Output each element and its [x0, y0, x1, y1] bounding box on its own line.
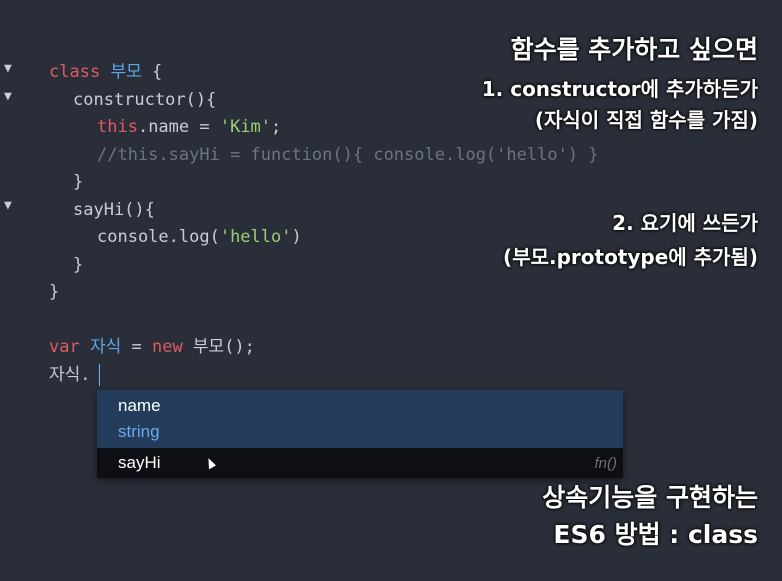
code-text: { [141, 62, 163, 82]
autocomplete-hint: fn() [594, 454, 618, 472]
autocomplete-popup: name string sayHi fn() [97, 390, 623, 478]
fold-toggle-icon[interactable]: ▼ [4, 89, 12, 104]
class-name: 부모 [110, 62, 142, 82]
autocomplete-label: sayHi [118, 453, 161, 472]
variable-name: 자식 [89, 337, 122, 357]
code-text: console.log( [97, 227, 220, 247]
text-cursor [99, 364, 100, 386]
code-line: console.log('hello') [97, 225, 302, 249]
autocomplete-label: name [118, 396, 161, 415]
keyword: var [49, 337, 80, 357]
overlay-caption: 2. 요기에 쓰든가 [612, 211, 758, 235]
fold-toggle-icon[interactable]: ▼ [4, 61, 12, 76]
string-literal: 'hello' [219, 227, 292, 247]
autocomplete-item-name[interactable]: name string [97, 390, 623, 448]
overlay-caption: ES6 방법 : class [553, 520, 758, 549]
overlay-heading: 함수를 추가하고 싶으면 [510, 35, 758, 64]
keyword: this [97, 117, 138, 137]
code-line: } [73, 255, 84, 275]
code-text: = [121, 337, 152, 357]
overlay-caption: 1. constructor에 추가하든가 [481, 77, 758, 101]
code-text: ) [291, 227, 302, 247]
code-text: ; [271, 117, 282, 137]
string-literal: 'Kim' [219, 117, 272, 137]
code-line: } [73, 172, 84, 192]
code-comment: //this.sayHi = function(){ console.log('… [97, 145, 599, 165]
autocomplete-type: string [118, 422, 160, 441]
keyword: new [151, 337, 183, 357]
code-line: this.name = 'Kim'; [97, 115, 281, 139]
code-line: } [49, 282, 60, 302]
code-text: 부모(); [182, 337, 255, 357]
code-line: var 자식 = new 부모(); [49, 335, 255, 359]
code-line: sayHi(){ [73, 200, 155, 220]
code-line: class 부모 { [49, 60, 162, 84]
overlay-caption: (자식이 직접 함수를 가짐) [534, 108, 758, 132]
fold-toggle-icon[interactable]: ▼ [4, 198, 12, 213]
autocomplete-item-sayhi[interactable]: sayHi fn() [97, 448, 623, 478]
overlay-caption: (부모.prototype에 추가됨) [503, 245, 758, 269]
code-text: .name = [137, 117, 220, 137]
keyword: class [49, 62, 101, 82]
code-line: 자식. [49, 365, 91, 385]
code-line: constructor(){ [73, 90, 217, 110]
overlay-caption: 상속기능을 구현하는 [542, 483, 758, 512]
